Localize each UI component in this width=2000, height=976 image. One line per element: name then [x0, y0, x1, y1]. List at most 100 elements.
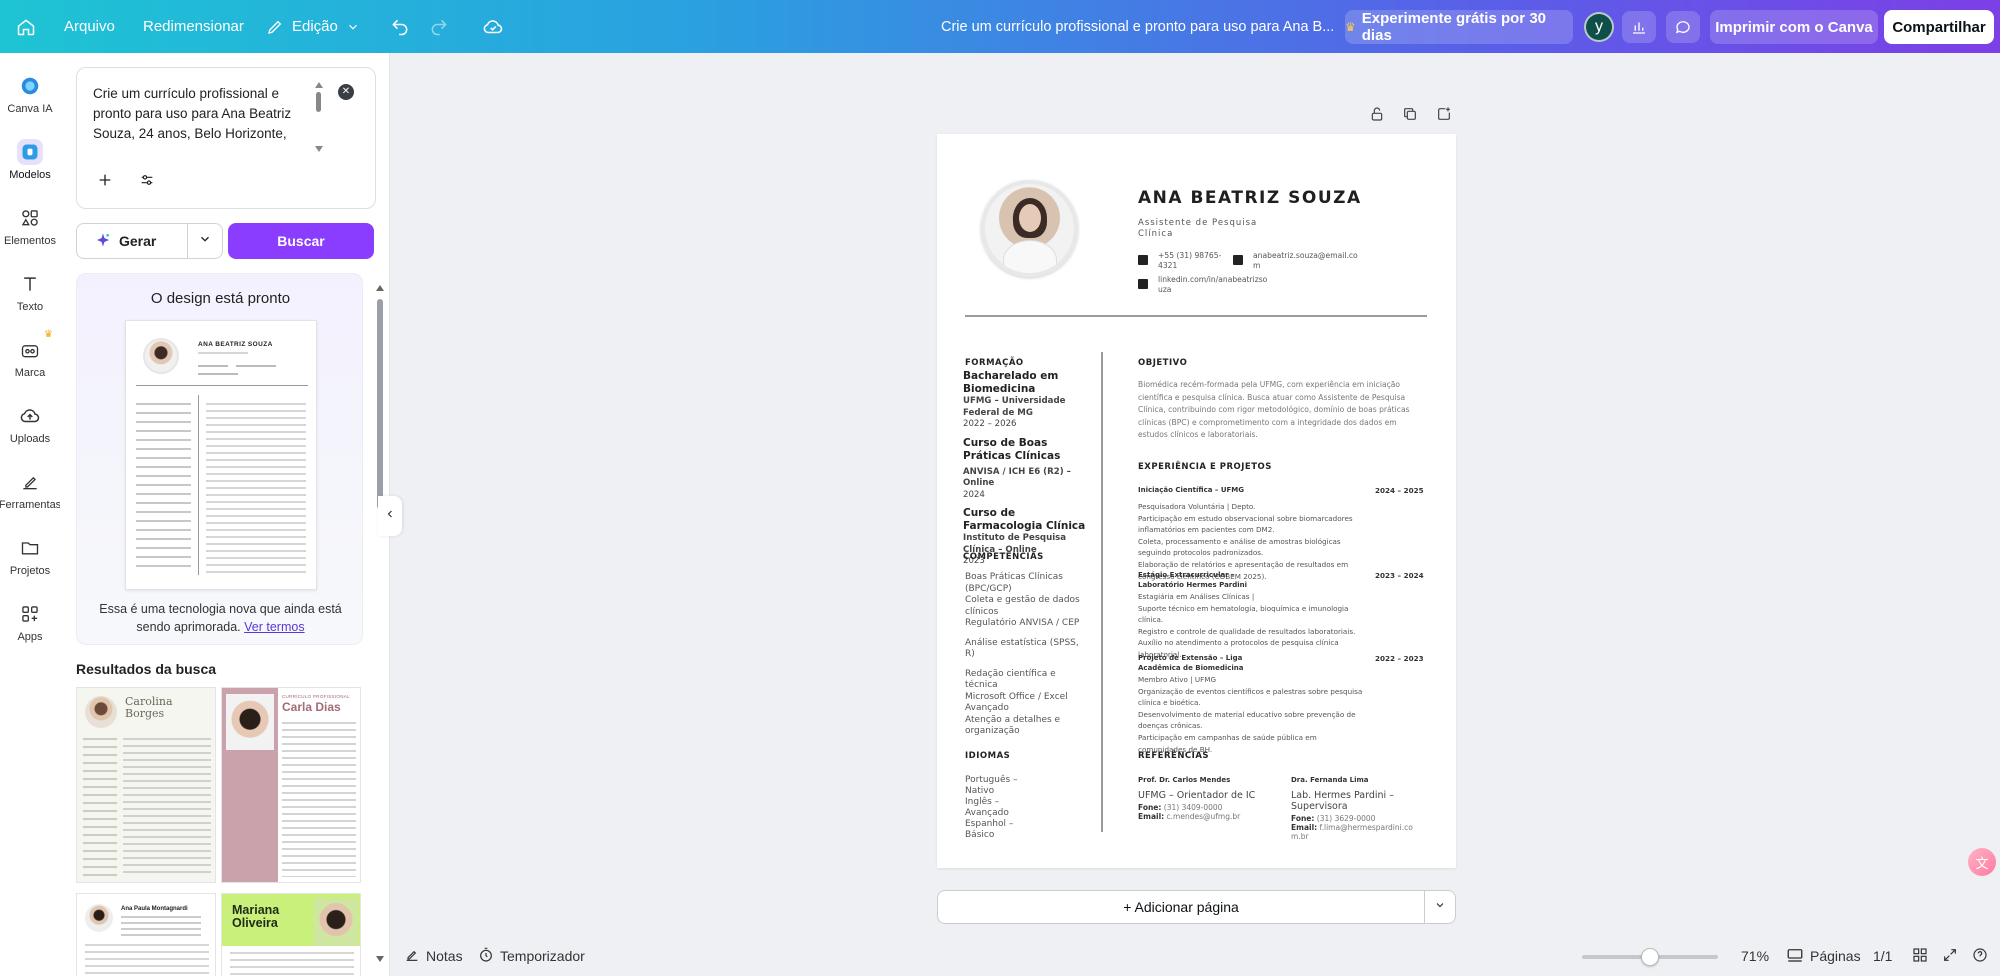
panel-scrollbar[interactable] [376, 285, 384, 963]
resume-linkedin[interactable]: linkedin.com/in/anabeatrizsouza [1158, 275, 1270, 295]
undo-button[interactable] [390, 0, 410, 53]
rail-item-elementos[interactable]: Elementos [0, 205, 60, 247]
education-years[interactable]: 2022 – 2026 [963, 419, 1098, 431]
add-attachment-button[interactable] [93, 170, 117, 194]
redo-button[interactable] [429, 0, 449, 53]
timer-button[interactable]: Temporizador [478, 936, 585, 976]
profile-photo[interactable] [981, 180, 1078, 277]
document-title[interactable]: Crie um currículo profissional e pronto … [941, 0, 1334, 53]
references-heading[interactable]: REFERÊNCIAS [1138, 751, 1209, 761]
reference-email[interactable]: c.mendes@ufmg.br [1167, 812, 1241, 821]
resume-page[interactable]: ANA BEATRIZ SOUZA Assistente de Pesquisa… [937, 134, 1456, 868]
prompt-settings-button[interactable] [135, 170, 159, 194]
panel-scroll-thumb[interactable] [377, 299, 383, 509]
assistant-button[interactable]: 文 [1968, 848, 1996, 876]
result-template-4[interactable]: Mariana Oliveira [221, 893, 361, 976]
language-item[interactable]: Inglês – Avançado [965, 797, 1035, 819]
result-template-1[interactable]: Carolina Borges [76, 687, 216, 883]
help-button[interactable] [1972, 936, 1988, 976]
reference-org[interactable]: Lab. Hermes Pardini – Supervisora [1291, 790, 1421, 812]
experience-years[interactable]: 2023 – 2024 [1375, 571, 1424, 580]
resume-role[interactable]: Assistente de Pesquisa Clínica [1138, 218, 1257, 240]
rail-item-canva-ia[interactable]: Canva IA [0, 73, 60, 115]
clear-prompt-button[interactable]: ✕ [338, 84, 354, 100]
terms-link[interactable]: Ver termos [244, 620, 304, 634]
generate-button[interactable]: Gerar [76, 223, 223, 259]
skill-item[interactable]: Redação científica e técnica [965, 669, 1090, 692]
insights-button[interactable] [1622, 11, 1656, 43]
lock-page-button[interactable] [1367, 106, 1387, 126]
experience-line[interactable]: Membro Ativo | UFMG [1138, 674, 1363, 686]
experience-line[interactable]: Organização de eventos científicos e pal… [1138, 686, 1363, 709]
education-title[interactable]: Curso de Farmacologia Clínica [963, 507, 1098, 533]
trial-button[interactable]: ♛ Experimente grátis por 30 dias [1345, 10, 1573, 44]
education-heading[interactable]: FORMAÇÃO [965, 358, 1024, 368]
experience-line[interactable]: Estagiária em Análises Clínicas | [1138, 591, 1363, 603]
avatar[interactable]: y [1584, 12, 1614, 42]
scroll-down-icon[interactable] [376, 956, 384, 962]
menu-file[interactable]: Arquivo [64, 0, 115, 53]
experience-title[interactable]: Projeto de Extensão – Liga Acadêmica de … [1138, 654, 1278, 673]
reference-name[interactable]: Prof. Dr. Carlos Mendes [1138, 776, 1258, 784]
pages-button[interactable]: Páginas [1786, 936, 1861, 976]
experience-line[interactable]: Coleta, processamento e análise de amost… [1138, 536, 1363, 559]
print-button[interactable]: Imprimir com o Canva [1710, 10, 1878, 44]
notes-button[interactable]: Notas [404, 936, 463, 976]
menu-resize[interactable]: Redimensionar [143, 0, 244, 53]
reference-phone[interactable]: (31) 3409-0000 [1164, 803, 1223, 812]
objective-text[interactable]: Biomédica recém-formada pela UFMG, com e… [1138, 379, 1420, 442]
education-title[interactable]: Bacharelado em Biomedicina [963, 370, 1098, 396]
experience-title[interactable]: Iniciação Científica – UFMG [1138, 486, 1244, 494]
cloud-save-status[interactable] [482, 0, 504, 53]
rail-item-uploads[interactable]: Uploads [0, 403, 60, 445]
language-item[interactable]: Espanhol – Básico [965, 819, 1035, 841]
add-page-top-button[interactable] [1434, 106, 1454, 126]
comments-button[interactable] [1666, 11, 1700, 43]
search-button[interactable]: Buscar [228, 223, 374, 259]
language-item[interactable]: Português – Nativo [965, 775, 1035, 797]
scroll-up-icon[interactable] [315, 82, 323, 88]
education-org[interactable]: UFMG – Universidade Federal de MG [963, 396, 1098, 419]
zoom-level[interactable]: 71% [1741, 936, 1769, 976]
fullscreen-button[interactable] [1942, 936, 1958, 976]
objective-heading[interactable]: OBJETIVO [1138, 358, 1187, 368]
reference-phone[interactable]: (31) 3629-0000 [1317, 814, 1376, 823]
menu-edit[interactable]: Edição [266, 0, 360, 53]
rail-item-ferramentas[interactable]: Ferramentas [0, 469, 61, 511]
resume-email[interactable]: anabeatriz.souza@email.com [1253, 251, 1365, 271]
result-template-3[interactable]: Ana Paula Montagnardi [76, 893, 216, 976]
education-title[interactable]: Curso de Boas Práticas Clínicas [963, 437, 1098, 463]
experience-line[interactable]: Registro e controle de qualidade de resu… [1138, 626, 1363, 638]
experience-title[interactable]: Estágio Extracurricular – Laboratório He… [1138, 571, 1278, 590]
experience-line[interactable]: Suporte técnico em hematologia, bioquími… [1138, 603, 1363, 626]
skill-item[interactable]: Boas Práticas Clínicas (BPC/GCP) [965, 572, 1090, 595]
share-button[interactable]: Compartilhar [1884, 10, 1994, 44]
prompt-box[interactable]: Crie um currículo profissional e pronto … [76, 67, 376, 209]
rail-item-modelos[interactable]: Modelos [0, 139, 60, 181]
experience-years[interactable]: 2024 – 2025 [1375, 486, 1424, 495]
experience-line[interactable]: Pesquisadora Voluntária | Depto. [1138, 501, 1363, 513]
result-template-2[interactable]: CURRÍCULO PROFISSIONAL Carla Dias [221, 687, 361, 883]
zoom-slider-knob[interactable] [1641, 948, 1659, 966]
prompt-input[interactable]: Crie um currículo profissional e pronto … [93, 84, 297, 144]
rail-item-marca[interactable]: ♛ Marca [0, 329, 60, 379]
skill-item[interactable]: Coleta e gestão de dados clínicos [965, 595, 1090, 618]
home-button[interactable] [16, 0, 36, 53]
rail-item-texto[interactable]: Texto [0, 271, 60, 313]
prompt-scroll-thumb[interactable] [316, 92, 321, 112]
collapse-panel-button[interactable] [378, 496, 402, 536]
reference-name[interactable]: Dra. Fernanda Lima [1291, 776, 1421, 784]
reference-org[interactable]: UFMG – Orientador de IC [1138, 790, 1258, 801]
rail-item-apps[interactable]: Apps [0, 601, 60, 643]
experience-line[interactable]: Participação em estudo observacional sob… [1138, 513, 1363, 536]
resume-name[interactable]: ANA BEATRIZ SOUZA [1138, 188, 1362, 208]
resume-phone[interactable]: +55 (31) 98765-4321 [1158, 251, 1230, 271]
experience-line[interactable]: Desenvolvimento de material educativo so… [1138, 709, 1363, 732]
prompt-scrollbar[interactable] [313, 82, 323, 152]
generated-design-thumbnail[interactable]: ANA BEATRIZ SOUZA [125, 320, 317, 590]
languages-heading[interactable]: IDIOMAS [965, 751, 1010, 761]
skill-item[interactable]: Microsoft Office / Excel Avançado [965, 692, 1090, 715]
rail-item-projetos[interactable]: Projetos [0, 535, 60, 577]
grid-view-button[interactable] [1912, 936, 1928, 976]
skill-item[interactable]: Atenção a detalhes e organização [965, 715, 1090, 738]
